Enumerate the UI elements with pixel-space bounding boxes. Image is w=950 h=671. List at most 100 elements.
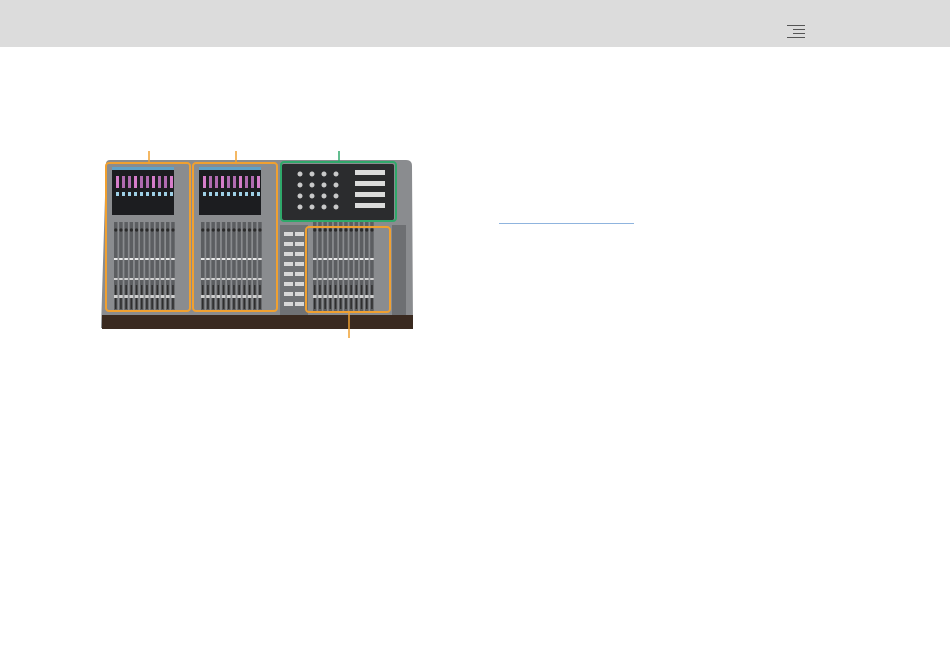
channel-key (328, 278, 333, 280)
panel-knob (297, 204, 303, 210)
screen-meter (128, 176, 131, 188)
mixing-console-illustration (100, 150, 416, 342)
channel-key (313, 258, 317, 260)
fader-cap (354, 295, 359, 298)
centre-key (284, 252, 293, 256)
panel-knob (297, 193, 303, 199)
link-underline[interactable] (499, 223, 634, 224)
screen-label (122, 192, 125, 196)
menu-icon[interactable] (783, 25, 805, 41)
channel-key (370, 258, 374, 260)
screen-label (233, 192, 236, 196)
panel-knob (309, 193, 315, 199)
channel-knob (129, 228, 133, 232)
channel-key (134, 258, 139, 260)
screen-meter (245, 176, 248, 188)
screen-label (140, 192, 143, 196)
fader-cap (313, 295, 317, 298)
channel-key (333, 278, 338, 280)
channel-knob (318, 228, 322, 232)
fader-cap (318, 295, 322, 298)
screen-label (170, 192, 173, 196)
channel-key (119, 258, 123, 260)
channel-key (247, 258, 252, 260)
fader-cap (221, 295, 226, 298)
channel-knob (227, 228, 231, 232)
channel-knob (248, 228, 252, 232)
console-drawing (101, 151, 413, 338)
channel-knob (124, 228, 128, 232)
screen-label (116, 192, 119, 196)
channel-key (171, 258, 175, 260)
panel-knob (333, 193, 339, 199)
centre-key (284, 262, 293, 266)
channel-key (318, 258, 322, 260)
fader-cap (227, 295, 231, 298)
screen-label (257, 192, 260, 196)
channel-key (211, 278, 215, 280)
channel-key (124, 278, 128, 280)
channel-key (114, 278, 118, 280)
channel-knob (344, 228, 348, 232)
fader-cap (119, 295, 123, 298)
channel-key (150, 258, 154, 260)
channel-key (114, 258, 118, 260)
channel-key (232, 258, 236, 260)
screen-label (209, 192, 212, 196)
centre-key (295, 302, 304, 306)
channel-key (354, 258, 359, 260)
screen-label (158, 192, 161, 196)
fader-cap (328, 295, 333, 298)
screen-meter (164, 176, 167, 188)
screen-meter (140, 176, 143, 188)
screen-header (112, 167, 174, 170)
channel-key (365, 278, 369, 280)
screen-meter (116, 176, 119, 188)
panel-knob (309, 182, 315, 188)
channel-knob (171, 228, 175, 232)
fader-cap (140, 295, 144, 298)
channel-key (160, 258, 165, 260)
fader-cap (145, 295, 149, 298)
channel-knob (119, 228, 123, 232)
fader-cap (124, 295, 128, 298)
fader-cap (237, 295, 241, 298)
fader-cap (344, 295, 348, 298)
screen-meter (134, 176, 137, 188)
fader-cap (232, 295, 236, 298)
channel-key (359, 278, 364, 280)
channel-knob (365, 228, 369, 232)
channel-key (258, 258, 262, 260)
channel-key (313, 278, 317, 280)
fader-cap (155, 295, 160, 298)
channel-key (333, 258, 338, 260)
channel-key (221, 278, 226, 280)
panel-button (355, 203, 385, 208)
channel-knob (232, 228, 236, 232)
channel-knob (201, 228, 205, 232)
screen-label (164, 192, 167, 196)
channel-key (216, 278, 221, 280)
channel-knob (334, 228, 338, 232)
channel-knob (253, 228, 257, 232)
channel-key (344, 258, 348, 260)
screen-meter (122, 176, 125, 188)
screen-meter (239, 176, 242, 188)
fader-cap (323, 295, 327, 298)
fader-cap (114, 295, 118, 298)
touch-screen (112, 167, 174, 215)
screen-meter (233, 176, 236, 188)
channel-key (349, 278, 353, 280)
centre-key (295, 272, 304, 276)
fader-cap (166, 295, 170, 298)
channel-knob (150, 228, 154, 232)
fader-cap (258, 295, 262, 298)
channel-key (211, 258, 215, 260)
screen-label (221, 192, 224, 196)
screen-meter (227, 176, 230, 188)
channel-knob (354, 228, 358, 232)
channel-key (201, 258, 205, 260)
panel-knob (333, 204, 339, 210)
channel-key (201, 278, 205, 280)
centre-key (284, 282, 293, 286)
